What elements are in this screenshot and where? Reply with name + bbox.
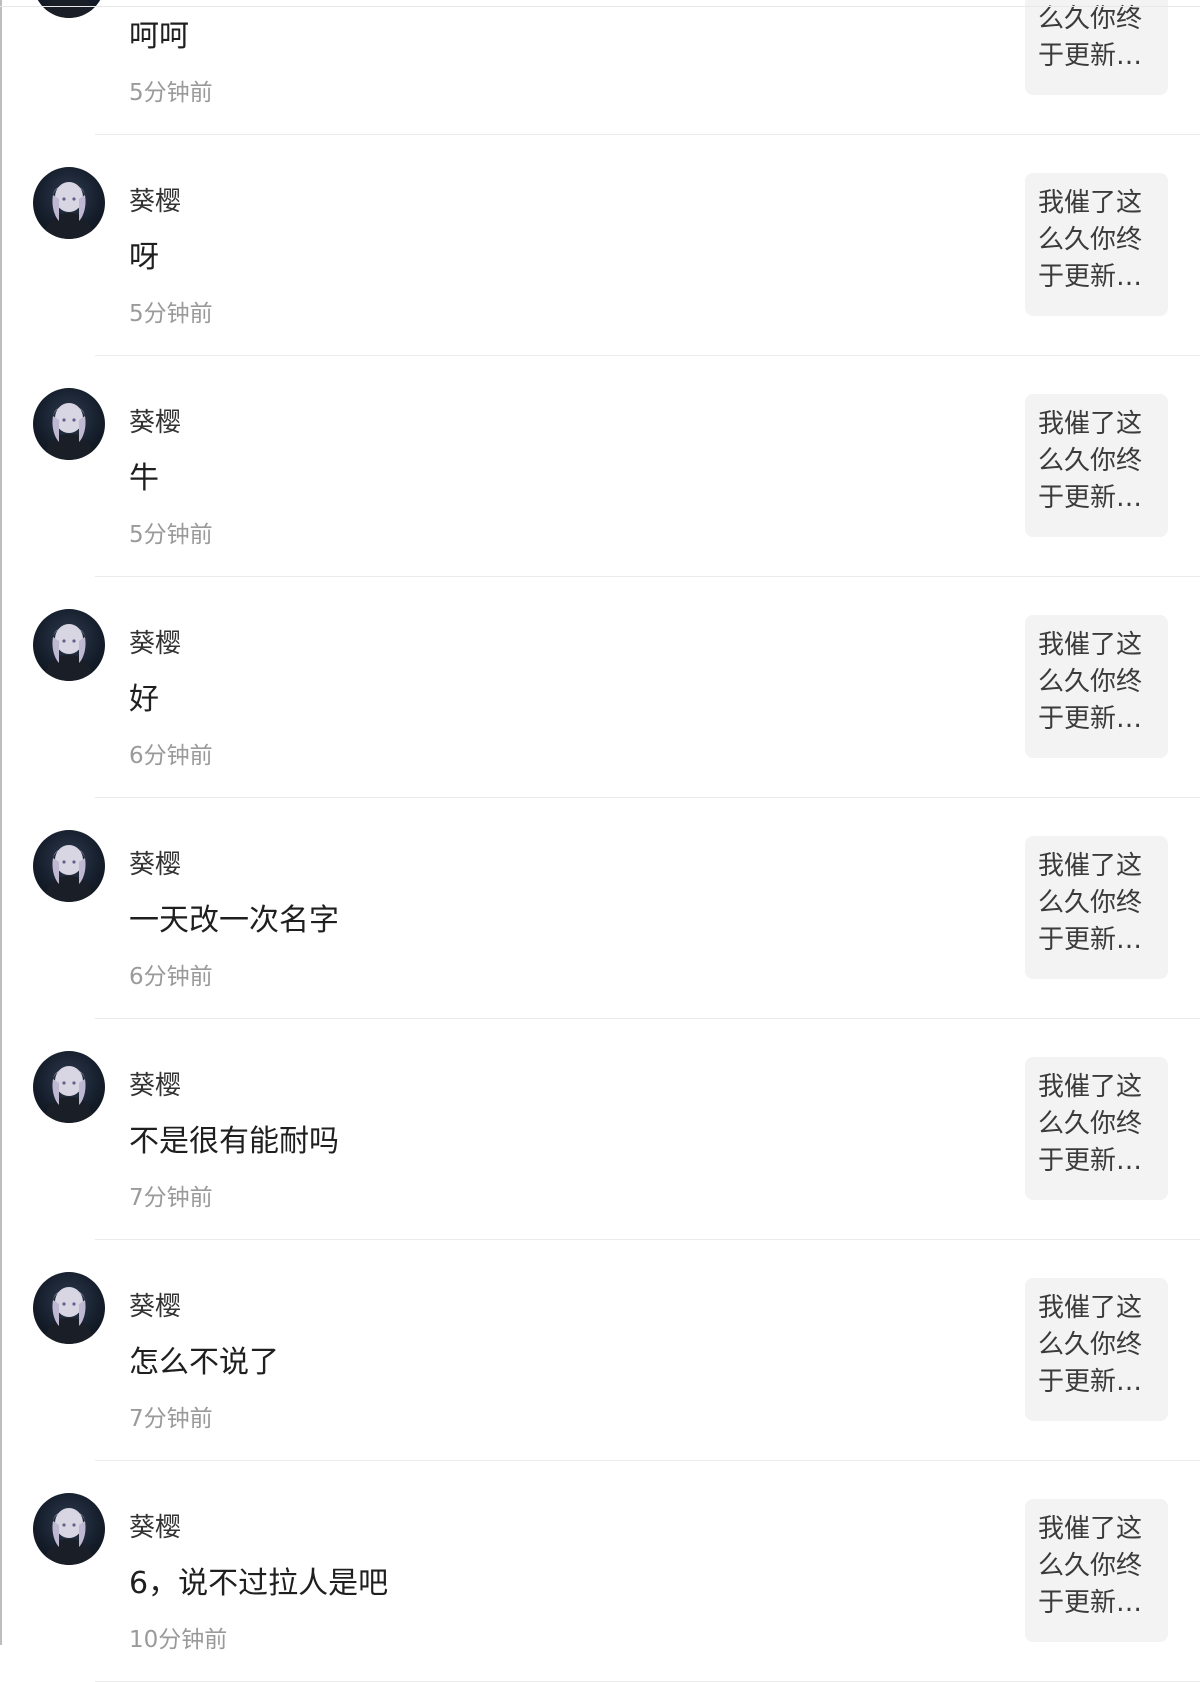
comment-username[interactable]: 葵樱 [129,185,181,219]
quoted-post-preview[interactable]: 我催了这么久你终于更新了吧 [1025,1057,1168,1200]
avatar-image [43,845,95,902]
comment-username[interactable]: 葵樱 [129,1069,181,1103]
quoted-post-text: 我催了这么久你终于更新了吧 [1038,1072,1143,1176]
avatar[interactable] [33,0,105,18]
comment-item[interactable]: 葵樱 呵呵 5分钟前 我催了这么久你终于更新了吧 [0,0,1200,135]
comment-message: 一天改一次名字 [129,903,339,938]
quoted-post-preview[interactable]: 我催了这么久你终于更新了吧 [1025,836,1168,979]
comment-item[interactable]: 葵樱 好 6分钟前 我催了这么久你终于更新了吧 [0,577,1200,798]
comment-message: 牛 [129,461,159,496]
avatar[interactable] [33,1493,105,1565]
quoted-post-text: 我催了这么久你终于更新了吧 [1038,851,1143,955]
comment-message: 呀 [129,240,159,275]
comment-time: 5分钟前 [129,522,213,548]
comment-item[interactable]: 葵樱 6，说不过拉人是吧 10分钟前 我催了这么久你终于更新了吧 [0,1461,1200,1682]
quoted-post-preview[interactable]: 我催了这么久你终于更新了吧 [1025,394,1168,537]
comment-username[interactable]: 葵樱 [129,848,181,882]
avatar-image [43,403,95,460]
comment-item[interactable]: 葵樱 不是很有能耐吗 7分钟前 我催了这么久你终于更新了吧 [0,1019,1200,1240]
quoted-post-preview[interactable]: 我催了这么久你终于更新了吧 [1025,1278,1168,1421]
quoted-post-preview[interactable]: 我催了这么久你终于更新了吧 [1025,1499,1168,1642]
comment-item[interactable]: 葵樱 牛 5分钟前 我催了这么久你终于更新了吧 [0,356,1200,577]
avatar[interactable] [33,609,105,681]
comment-time: 7分钟前 [129,1185,213,1211]
comment-message: 呵呵 [129,19,189,54]
avatar-image [43,182,95,239]
comment-message: 不是很有能耐吗 [129,1124,339,1159]
comment-username[interactable]: 葵樱 [129,627,181,661]
comment-username[interactable]: 葵樱 [129,406,181,440]
comment-item[interactable]: 葵樱 呀 5分钟前 我催了这么久你终于更新了吧 [0,135,1200,356]
quoted-post-preview[interactable]: 我催了这么久你终于更新了吧 [1025,615,1168,758]
avatar-image [43,624,95,681]
quoted-post-text: 我催了这么久你终于更新了吧 [1038,409,1143,513]
avatar-image [43,1508,95,1565]
comment-time: 6分钟前 [129,743,213,769]
avatar[interactable] [33,388,105,460]
comment-time: 6分钟前 [129,964,213,990]
comment-time: 5分钟前 [129,301,213,327]
avatar[interactable] [33,830,105,902]
comment-time: 5分钟前 [129,80,213,106]
quoted-post-text: 我催了这么久你终于更新了吧 [1038,1293,1143,1397]
comment-item[interactable]: 葵樱 一天改一次名字 6分钟前 我催了这么久你终于更新了吧 [0,798,1200,1019]
comment-message: 好 [129,682,159,717]
comment-message: 6，说不过拉人是吧 [129,1566,389,1601]
quoted-post-text: 我催了这么久你终于更新了吧 [1038,188,1143,292]
avatar-image [43,1287,95,1344]
avatar-image [43,0,95,18]
quoted-post-text: 我催了这么久你终于更新了吧 [1038,1514,1143,1618]
top-divider [0,6,1200,7]
quoted-post-text: 我催了这么久你终于更新了吧 [1038,630,1143,734]
comment-item[interactable]: 葵樱 怎么不说了 7分钟前 我催了这么久你终于更新了吧 [0,1240,1200,1461]
comment-username[interactable]: 葵樱 [129,1290,181,1324]
quoted-post-preview[interactable]: 我催了这么久你终于更新了吧 [1025,0,1168,95]
avatar[interactable] [33,1051,105,1123]
comment-list: 葵樱 呵呵 5分钟前 我催了这么久你终于更新了吧 葵樱 呀 5分钟前 我催了这么… [0,0,1200,1682]
avatar[interactable] [33,1272,105,1344]
comment-message: 怎么不说了 [129,1345,279,1380]
avatar-image [43,1066,95,1123]
comment-username[interactable]: 葵樱 [129,1511,181,1545]
quoted-post-text: 我催了这么久你终于更新了吧 [1038,4,1143,71]
quoted-post-preview[interactable]: 我催了这么久你终于更新了吧 [1025,173,1168,316]
comment-time: 7分钟前 [129,1406,213,1432]
comment-time: 10分钟前 [129,1627,228,1653]
avatar[interactable] [33,167,105,239]
